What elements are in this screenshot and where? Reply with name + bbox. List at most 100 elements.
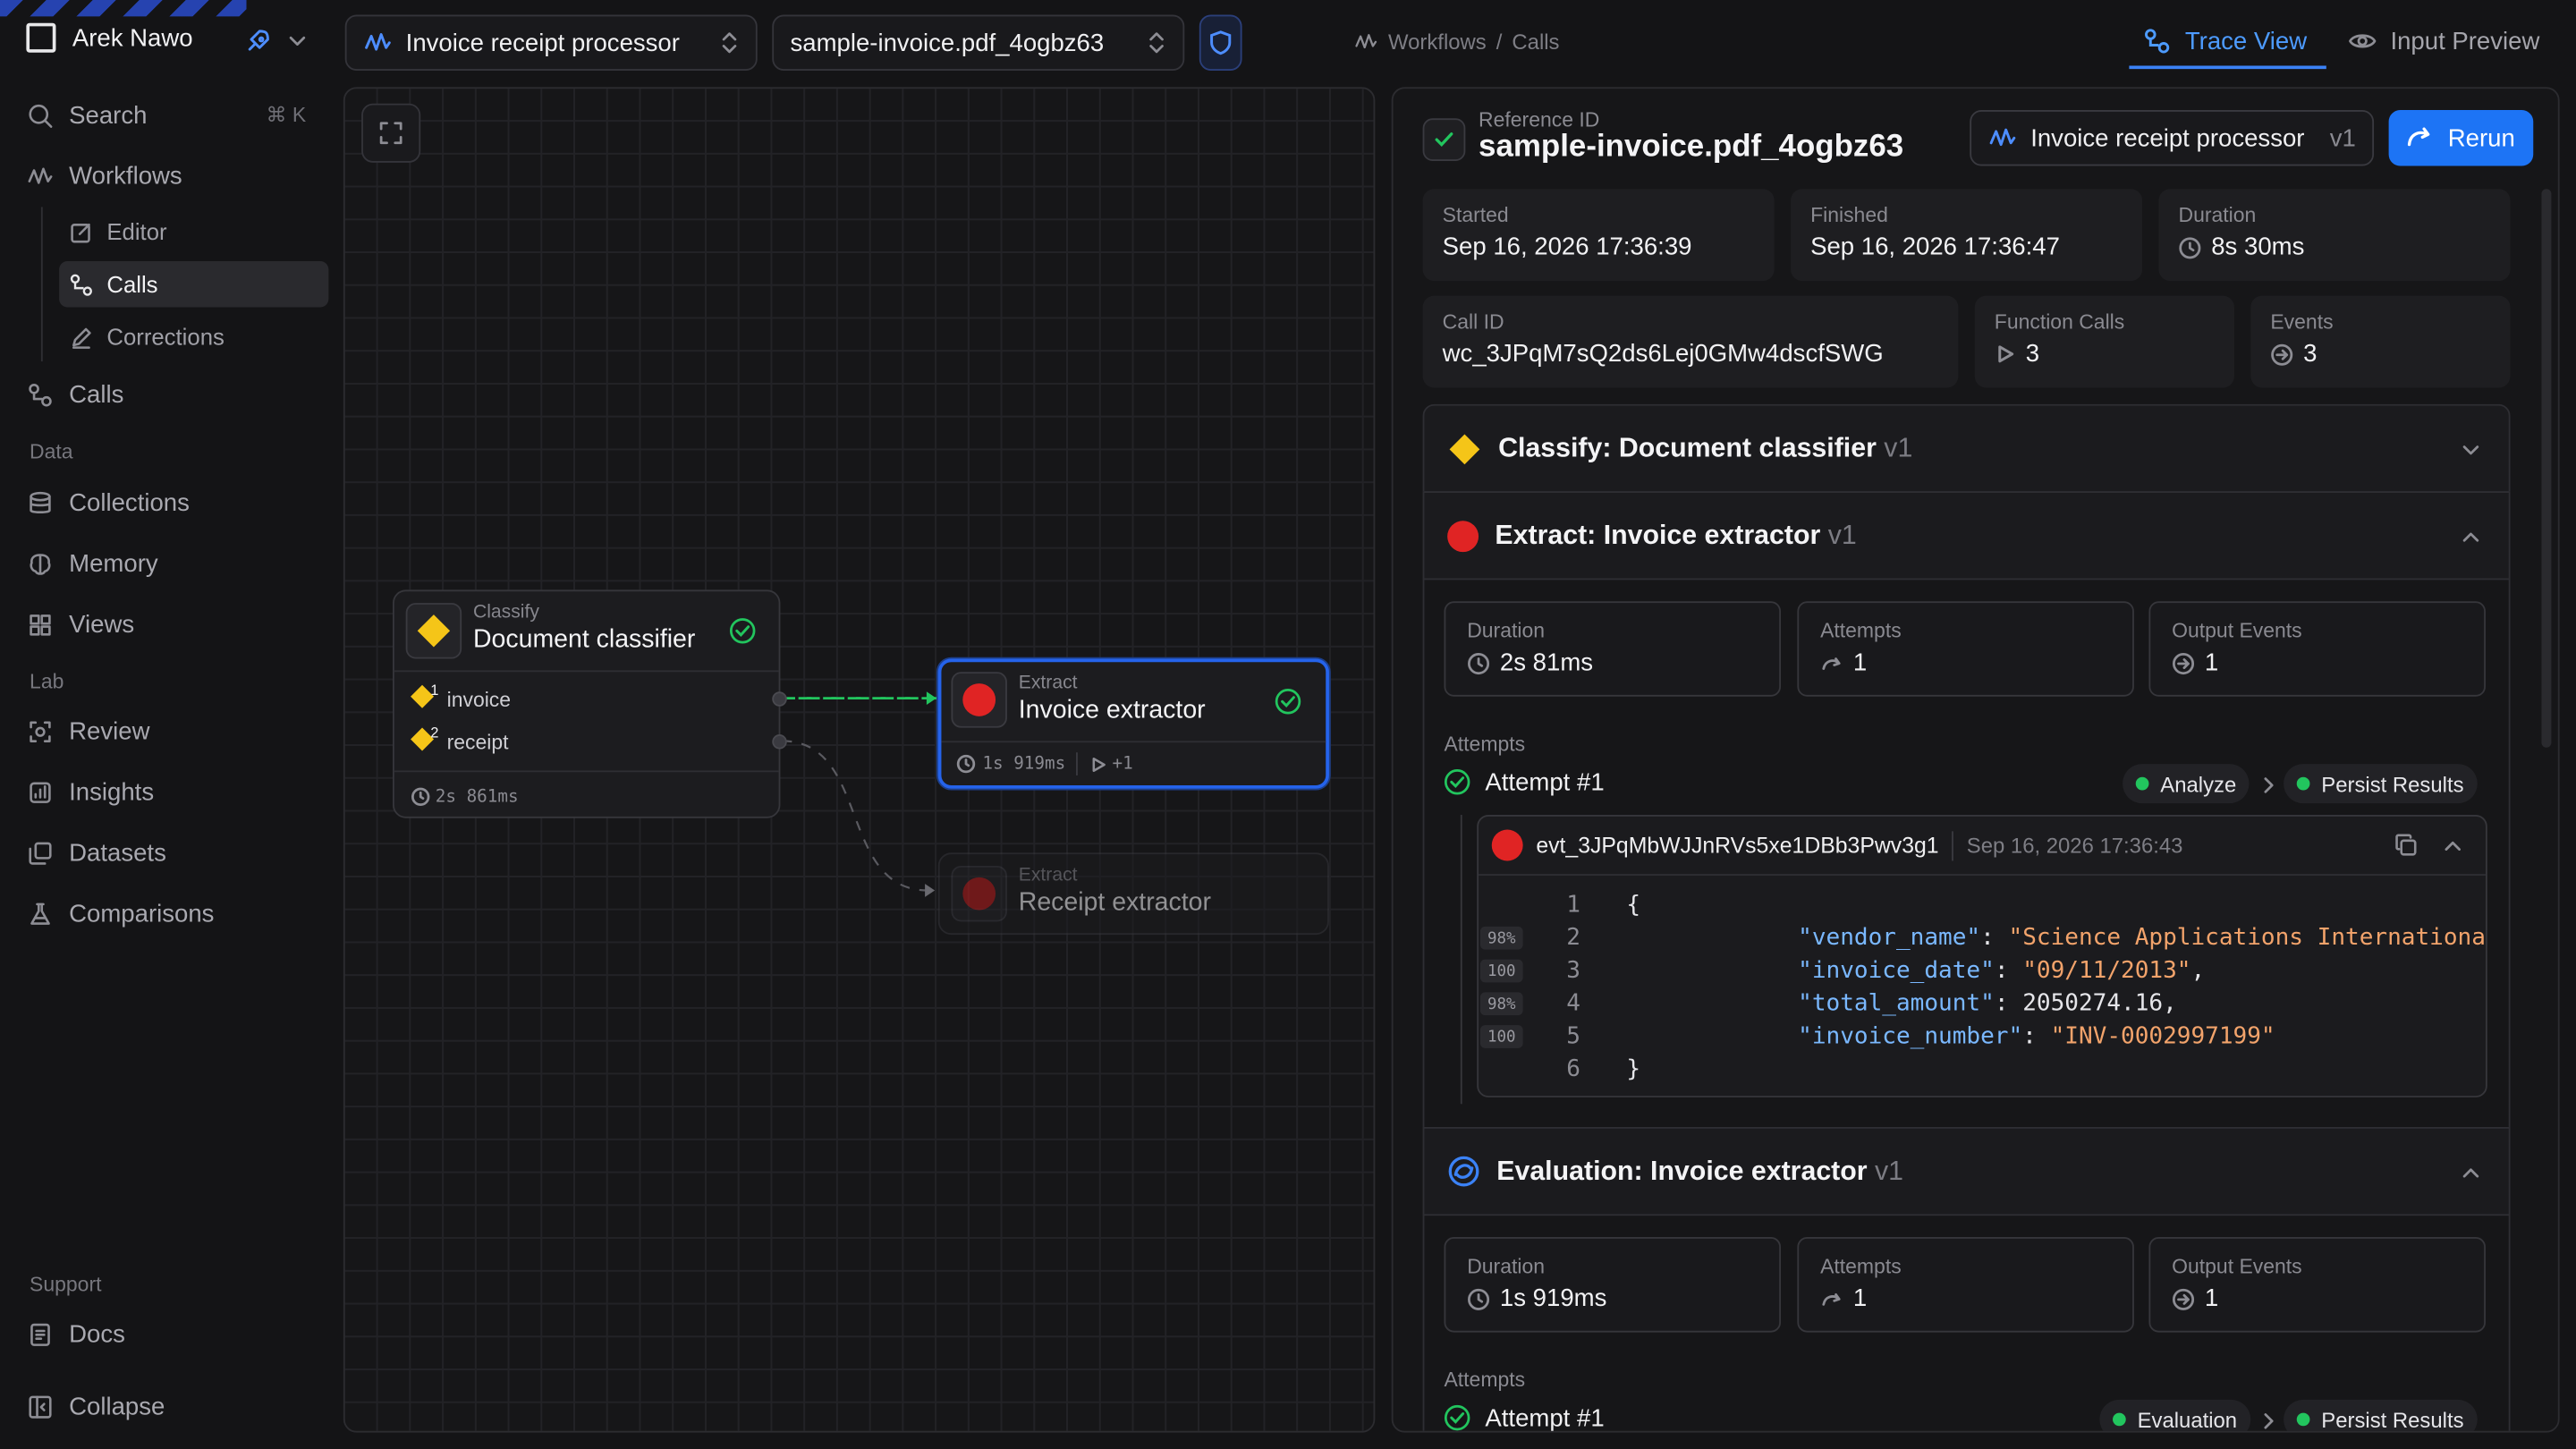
arrow-circle-icon	[2271, 343, 2293, 365]
chevron-up-icon[interactable]	[2460, 1162, 2483, 1185]
event-header[interactable]: evt_3JPqMbWJJnRVs5xe1DBb3Pwv3g1 Sep 16, …	[1479, 817, 2486, 876]
breadcrumb-calls[interactable]: Calls	[1512, 30, 1559, 55]
sub-nav-line	[40, 207, 43, 362]
step-pill-persist[interactable]: Persist Results	[2284, 764, 2478, 804]
stat-value[interactable]: wc_3JPqM7sQ2ds6Lej0GMw4dscfSWG	[1443, 340, 1939, 368]
nav-calls-root-label: Calls	[69, 380, 124, 409]
play-icon	[1998, 345, 2014, 363]
pill-label: Evaluation	[2137, 1407, 2238, 1432]
nav-docs-label: Docs	[69, 1319, 125, 1349]
retry-icon	[1822, 1292, 1841, 1305]
workflow-select[interactable]: Invoice receipt processor	[344, 14, 758, 71]
stat-label: Finished	[1810, 203, 1888, 227]
chevron-up-icon[interactable]	[2441, 835, 2464, 858]
section-support: Support	[30, 1273, 102, 1297]
stat-value: 3	[2303, 340, 2318, 369]
nav-collapse[interactable]: Collapse	[26, 1386, 165, 1426]
nav-editor[interactable]: Editor	[59, 208, 328, 254]
nav-workflows[interactable]: Workflows	[26, 156, 182, 195]
workflow-select-value: Invoice receipt processor	[405, 29, 680, 57]
clock-icon	[1468, 652, 1490, 674]
chevron-right-icon	[2264, 1413, 2274, 1429]
panel-scrollbar[interactable]	[2541, 189, 2552, 748]
stat-finished: Finished Sep 16, 2026 17:36:47	[1791, 189, 2143, 282]
nav-calls-label: Calls	[106, 271, 158, 298]
stat-label: Duration	[2178, 203, 2257, 227]
chevron-up-icon[interactable]	[2460, 526, 2483, 549]
diamond-icon	[1449, 433, 1480, 464]
clock-icon	[2179, 236, 2201, 258]
stat-started: Started Sep 16, 2026 17:36:39	[1422, 189, 1775, 282]
nav-collapse-label: Collapse	[69, 1392, 165, 1420]
tab-input-preview[interactable]: Input Preview	[2348, 26, 2539, 55]
attempt-row[interactable]: Attempt #1	[1443, 767, 1605, 797]
nav-collections[interactable]: Collections	[26, 483, 190, 522]
port-number: 2	[430, 724, 439, 741]
step-pill-analyze[interactable]: Analyze	[2123, 764, 2250, 804]
rerun-button[interactable]: Rerun	[2388, 110, 2534, 166]
arrow-circle-icon	[2172, 652, 2195, 674]
workflow-version-button[interactable]: Invoice receipt processor v1	[1970, 110, 2375, 166]
nav-review[interactable]: Review	[26, 711, 149, 750]
chevron-down-icon[interactable]	[286, 30, 309, 53]
nav-search[interactable]: Search	[26, 96, 147, 135]
extract-node-icon	[951, 672, 1007, 728]
node-kind: Extract	[1018, 865, 1078, 886]
confidence-badge: 98%	[1479, 926, 1523, 950]
clock-icon	[956, 754, 976, 774]
port-receipt: receipt	[446, 731, 509, 755]
stat-function-calls: Function Calls 3	[1974, 295, 2234, 388]
status-dot	[2296, 1412, 2310, 1427]
chevron-down-icon[interactable]	[2460, 438, 2483, 462]
port-number: 1	[430, 682, 439, 699]
nav-calls-active[interactable]: Calls	[59, 261, 329, 308]
attempt-row[interactable]: Attempt #1	[1443, 1403, 1605, 1431]
port-handle[interactable]	[772, 691, 787, 707]
breadcrumb-workflows[interactable]: Workflows	[1388, 30, 1487, 55]
workflow-version: v1	[2329, 123, 2356, 152]
file-select[interactable]: sample-invoice.pdf_4ogbz63	[772, 14, 1185, 71]
nav-memory[interactable]: Memory	[26, 544, 158, 583]
workspace-switcher[interactable]: Arek Nawo	[26, 22, 193, 53]
node-receipt-extractor[interactable]: Extract Receipt extractor	[937, 852, 1329, 936]
section-classify[interactable]: Classify: Document classifier v1	[1422, 403, 2511, 494]
node-document-classifier[interactable]: Classify Document classifier 1 invoice 2…	[392, 589, 787, 818]
step-pill-evaluation[interactable]: Evaluation	[2099, 1399, 2250, 1432]
port-handle[interactable]	[772, 734, 787, 750]
nav-views-label: Views	[69, 610, 135, 639]
nav-comparisons[interactable]: Comparisons	[26, 894, 214, 933]
nav-docs[interactable]: Docs	[26, 1314, 125, 1353]
nav-editor-label: Editor	[106, 218, 167, 245]
classify-node-icon	[405, 603, 462, 659]
section-extract[interactable]: Extract: Invoice extractor v1	[1422, 491, 2511, 580]
nav-collections-label: Collections	[69, 488, 190, 517]
nav-datasets[interactable]: Datasets	[26, 833, 166, 872]
section-title: Extract: Invoice extractor	[1495, 520, 1821, 550]
step-pill-persist[interactable]: Persist Results	[2284, 1399, 2478, 1431]
play-icon	[1092, 758, 1106, 772]
confidence-badge: 98%	[1479, 992, 1523, 1016]
chevron-updown-icon	[722, 32, 737, 54]
section-evaluation[interactable]: Evaluation: Invoice extractor v1	[1422, 1126, 2511, 1216]
node-invoice-extractor[interactable]: Extract Invoice extractor 1s 919ms +1	[937, 658, 1329, 789]
grid-icon	[30, 614, 51, 635]
node-title: Document classifier	[472, 625, 696, 655]
extract-output-events: Output Events 1	[2148, 601, 2486, 697]
nav-corrections[interactable]: Corrections	[59, 314, 328, 360]
nav-corrections-label: Corrections	[106, 323, 225, 351]
nav-calls[interactable]: Calls	[26, 375, 123, 414]
copy-icon[interactable]	[2394, 833, 2419, 858]
evaluation-duration: Duration 1s 919ms	[1444, 1237, 1782, 1333]
stat-label: Output Events	[2172, 619, 2302, 643]
nav-views[interactable]: Views	[26, 605, 134, 644]
workflow-graph-canvas[interactable]: Classify Document classifier 1 invoice 2…	[343, 87, 1376, 1433]
stat-value: Sep 16, 2026 17:36:39	[1442, 233, 1692, 262]
shield-button[interactable]	[1199, 14, 1242, 71]
rocket-icon[interactable]	[243, 26, 273, 55]
nav-insights[interactable]: Insights	[26, 772, 154, 811]
extract-node-icon	[951, 865, 1007, 922]
stat-duration: Duration 8s 30ms	[2158, 189, 2511, 282]
tab-trace-view[interactable]: Trace View	[2142, 26, 2307, 55]
retry-icon	[1822, 657, 1841, 670]
evaluation-attempts: Attempts 1	[1797, 1237, 2134, 1333]
